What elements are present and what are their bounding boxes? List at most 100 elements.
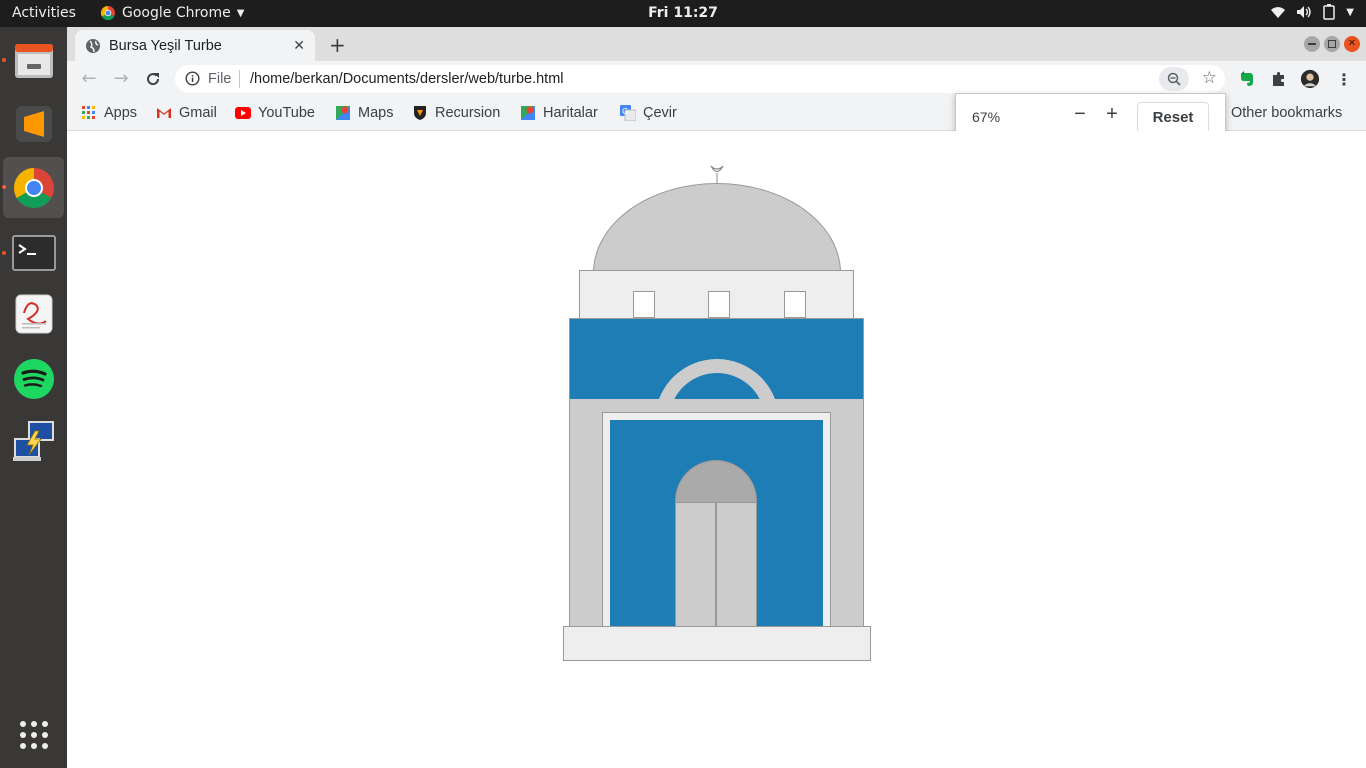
bookmark-label: Gmail bbox=[179, 105, 217, 121]
back-button[interactable]: ← bbox=[77, 67, 101, 91]
sublime-text-icon bbox=[15, 105, 52, 142]
zoom-in-button[interactable]: + bbox=[1100, 103, 1124, 126]
maximize-button[interactable] bbox=[1324, 36, 1340, 52]
frieze-arch bbox=[655, 359, 779, 399]
close-tab-icon[interactable]: ✕ bbox=[293, 38, 305, 54]
gmail-icon bbox=[156, 105, 172, 121]
puzzle-icon bbox=[1273, 72, 1284, 86]
bookmark-label: Maps bbox=[358, 105, 394, 121]
svg-text:G: G bbox=[622, 107, 628, 116]
bookmark-star-icon[interactable]: ☆ bbox=[1202, 68, 1217, 88]
volume-icon bbox=[1297, 6, 1311, 18]
reload-button[interactable] bbox=[141, 67, 165, 91]
close-icon: ✕ bbox=[1347, 38, 1357, 49]
ubuntu-dock bbox=[0, 27, 67, 768]
new-tab-button[interactable]: + bbox=[329, 33, 346, 57]
recursion-shield-icon bbox=[412, 105, 428, 121]
dock-item-sublime-text[interactable] bbox=[3, 93, 64, 154]
bookmark-apps[interactable]: Apps bbox=[81, 105, 137, 121]
bookmark-label: YouTube bbox=[258, 105, 315, 121]
chrome-icon bbox=[100, 5, 115, 21]
remote-desktop-icon bbox=[12, 420, 54, 461]
bookmark-gmail[interactable]: Gmail bbox=[156, 105, 217, 121]
zoom-level: 67% bbox=[972, 109, 1001, 125]
chrome-icon bbox=[13, 167, 54, 208]
info-icon[interactable] bbox=[185, 71, 200, 86]
dock-item-chrome[interactable] bbox=[3, 157, 64, 218]
bookmark-label: Apps bbox=[104, 105, 138, 121]
system-status-area[interactable]: ▼ bbox=[1270, 4, 1354, 20]
zoom-reset-button[interactable]: Reset bbox=[1137, 102, 1209, 133]
document-viewer-icon bbox=[15, 294, 52, 333]
avatar-icon bbox=[1300, 69, 1320, 89]
drum-window bbox=[784, 291, 806, 318]
evernote-icon bbox=[1241, 71, 1253, 86]
scheme-label: File bbox=[208, 71, 232, 87]
zoom-indicator-button[interactable] bbox=[1159, 67, 1189, 91]
bookmark-label: Çevir bbox=[643, 105, 677, 121]
reload-icon bbox=[147, 73, 160, 86]
browser-toolbar: ← → File /home/berkan/Documents/dersler/… bbox=[67, 61, 1366, 97]
show-apps-icon bbox=[19, 720, 48, 749]
bookmark-label: Haritalar bbox=[543, 105, 598, 121]
tile-frieze bbox=[570, 319, 863, 399]
dock-item-remote-desktop[interactable] bbox=[3, 411, 64, 472]
other-bookmarks[interactable]: Other bookmarks bbox=[1231, 105, 1342, 121]
dock-item-files[interactable] bbox=[3, 30, 64, 91]
tomb-plinth bbox=[563, 626, 871, 661]
activities-button[interactable]: Activities bbox=[12, 5, 76, 21]
zoom-out-icon bbox=[1167, 72, 1181, 86]
drum-window bbox=[708, 291, 730, 318]
page-content bbox=[67, 131, 1366, 768]
show-applications-button[interactable] bbox=[3, 704, 64, 765]
dock-item-document-viewer[interactable] bbox=[3, 283, 64, 344]
address-bar[interactable]: File /home/berkan/Documents/dersler/web/… bbox=[175, 65, 1225, 93]
door-right-leaf bbox=[716, 502, 757, 628]
chevron-down-icon: ▼ bbox=[1346, 6, 1354, 18]
minimize-icon bbox=[1308, 43, 1316, 45]
maps-icon bbox=[520, 105, 536, 121]
spotify-icon bbox=[13, 358, 54, 399]
battery-icon bbox=[1323, 4, 1336, 20]
maximize-icon bbox=[1328, 40, 1336, 48]
evernote-extension-icon[interactable] bbox=[1237, 69, 1257, 89]
other-bookmarks-label: Other bookmarks bbox=[1231, 105, 1343, 121]
dock-item-terminal[interactable] bbox=[3, 222, 64, 283]
app-menu-label: Google Chrome bbox=[122, 5, 231, 21]
bookmark-haritalar[interactable]: Haritalar bbox=[520, 105, 598, 121]
youtube-icon bbox=[235, 105, 251, 121]
gnome-top-bar: Activities Google Chrome ▼ Fri 11:27 ▼ bbox=[0, 0, 1366, 27]
maps-icon bbox=[335, 105, 351, 121]
globe-icon bbox=[86, 38, 100, 53]
tab-title: Bursa Yeşil Turbe bbox=[109, 37, 222, 54]
url-text[interactable]: /home/berkan/Documents/dersler/web/turbe… bbox=[250, 71, 564, 87]
window-controls: ✕ bbox=[1304, 36, 1360, 52]
door-left-leaf bbox=[675, 502, 716, 628]
app-menu[interactable]: Google Chrome ▼ bbox=[100, 5, 244, 21]
extensions-button[interactable] bbox=[1269, 69, 1289, 89]
tab-strip: Bursa Yeşil Turbe ✕ + ✕ bbox=[67, 27, 1366, 61]
translate-icon: G bbox=[620, 105, 636, 121]
bookmark-maps[interactable]: Maps bbox=[335, 105, 393, 121]
profile-avatar[interactable] bbox=[1300, 69, 1320, 89]
terminal-icon bbox=[11, 234, 56, 271]
bookmark-recursion[interactable]: Recursion bbox=[412, 105, 500, 121]
crescent-finial-icon bbox=[710, 165, 724, 185]
bookmark-label: Recursion bbox=[435, 105, 501, 121]
dock-item-spotify[interactable] bbox=[3, 348, 64, 409]
bookmark-youtube[interactable]: YouTube bbox=[235, 105, 315, 121]
tab-active[interactable]: Bursa Yeşil Turbe ✕ bbox=[75, 30, 315, 61]
divider bbox=[239, 70, 240, 88]
close-window-button[interactable]: ✕ bbox=[1344, 36, 1360, 52]
zoom-out-button[interactable]: − bbox=[1068, 103, 1092, 126]
bookmark-cevir[interactable]: G Çevir bbox=[620, 105, 677, 121]
minimize-button[interactable] bbox=[1304, 36, 1320, 52]
clock[interactable]: Fri 11:27 bbox=[648, 5, 718, 21]
apps-grid-icon bbox=[81, 105, 97, 121]
drum-window bbox=[633, 291, 655, 318]
menu-more-icon[interactable]: ⋮ bbox=[1334, 69, 1354, 89]
chevron-down-icon: ▼ bbox=[236, 7, 245, 19]
forward-button[interactable]: → bbox=[109, 67, 133, 91]
files-icon bbox=[14, 43, 53, 78]
wifi-icon bbox=[1271, 7, 1286, 18]
